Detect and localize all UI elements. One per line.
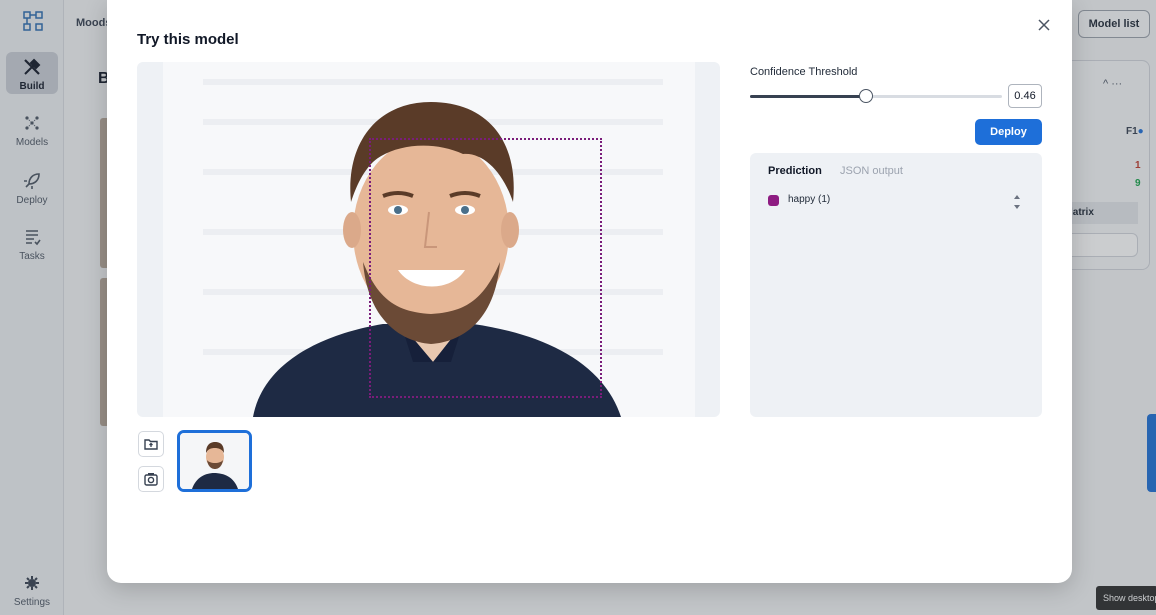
try-model-modal: Try this model Confidence Threshold 0.46… xyxy=(107,0,1072,583)
detection-bounding-box[interactable] xyxy=(369,138,602,398)
confidence-slider[interactable] xyxy=(750,89,1002,103)
camera-capture-button[interactable] xyxy=(138,466,164,492)
slider-fill xyxy=(750,95,866,98)
upload-image-button[interactable] xyxy=(138,431,164,457)
prediction-label: happy (1) xyxy=(788,194,831,205)
prediction-color-swatch xyxy=(768,195,779,206)
prediction-panel: Prediction JSON output happy (1) xyxy=(750,153,1042,417)
tab-json-output[interactable]: JSON output xyxy=(840,165,903,177)
thumbnail-photo xyxy=(180,433,249,489)
deploy-button[interactable]: Deploy xyxy=(975,119,1042,145)
image-thumbnail[interactable] xyxy=(177,430,252,492)
confidence-value-input[interactable]: 0.46 xyxy=(1008,84,1042,108)
close-icon[interactable] xyxy=(1033,14,1055,36)
confidence-threshold-label: Confidence Threshold xyxy=(750,66,858,78)
image-viewer xyxy=(137,62,720,417)
slider-handle[interactable] xyxy=(858,89,873,103)
camera-icon xyxy=(144,473,158,486)
folder-upload-icon xyxy=(144,439,158,450)
modal-title: Try this model xyxy=(137,31,239,48)
tab-prediction[interactable]: Prediction xyxy=(768,165,822,177)
sort-toggle-icon[interactable] xyxy=(1012,191,1022,213)
